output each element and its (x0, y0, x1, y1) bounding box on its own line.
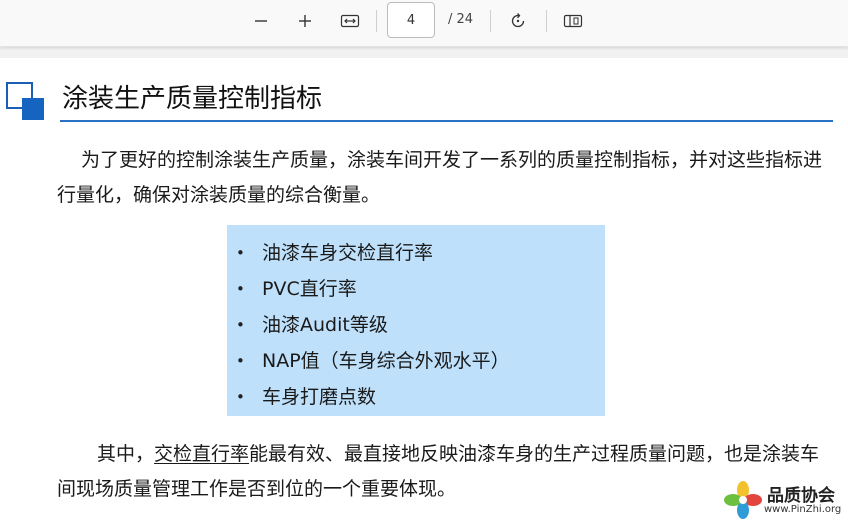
highlighted-term: 交检直行率 (154, 443, 250, 465)
fit-width-icon (340, 14, 360, 28)
page-title: 涂装生产质量控制指标 (62, 84, 323, 114)
indicator-list-box: • 油漆车身交检直行率 • PVC直行率 • 油漆Audit等级 • NAP值（车身综合… (227, 225, 605, 416)
indicator-list: • 油漆车身交检直行率 • PVC直行率 • 油漆Audit等级 • NAP值（车身综合… (227, 225, 605, 415)
watermark-logo: 品质协会 www.PinZhi.org (723, 478, 848, 521)
watermark-name: 品质协会 (767, 486, 835, 506)
summary-paragraph: 其中，交检直行率能最有效、最直接地反映油漆车身的生产过程质量问题，也是涂装车间现… (57, 437, 825, 507)
toolbar-divider (376, 10, 377, 32)
list-item: • 油漆Audit等级 (227, 307, 605, 343)
document-page: 涂装生产质量控制指标 为了更好的控制涂装生产质量，涂装车间开发了一系列的质量控制… (0, 58, 848, 521)
list-item: • NAP值（车身综合外观水平） (227, 343, 605, 379)
bullet-icon: • (236, 244, 245, 262)
bullet-icon: • (236, 316, 245, 334)
list-item-label: 油漆车身交检直行率 (262, 242, 434, 264)
watermark-url: www.PinZhi.org (764, 504, 842, 515)
toolbar-divider (546, 10, 547, 32)
page-view-icon (563, 14, 583, 28)
toolbar-divider (490, 10, 491, 32)
title-decoration-inner (22, 98, 44, 120)
intro-paragraph: 为了更好的控制涂装生产质量，涂装车间开发了一系列的质量控制指标，并对这些指标进行… (57, 149, 823, 206)
zoom-out-button[interactable] (246, 6, 276, 36)
page-view-button[interactable] (558, 6, 588, 36)
bullet-icon: • (236, 388, 245, 406)
zoom-in-button[interactable] (290, 6, 320, 36)
bullet-icon: • (236, 280, 245, 298)
list-item-label: PVC直行率 (262, 278, 357, 300)
zoom-in-icon (299, 15, 311, 27)
rotate-icon (511, 13, 525, 28)
rotate-button[interactable] (503, 6, 533, 36)
flower-logo-icon (724, 481, 762, 519)
title-underline (60, 120, 833, 122)
list-item: • 车身打磨点数 (227, 379, 605, 415)
fit-width-button[interactable] (335, 6, 365, 36)
list-item: • 油漆车身交检直行率 (227, 235, 605, 271)
pdf-toolbar: / 24 (0, 0, 848, 47)
bullet-icon: • (236, 352, 245, 370)
page-number-input[interactable] (387, 2, 435, 38)
page-total-label: / 24 (448, 12, 474, 27)
list-item-label: 车身打磨点数 (262, 386, 377, 408)
zoom-out-icon (255, 20, 267, 22)
summary-text-start: 其中， (97, 443, 155, 465)
list-item-label: NAP值（车身综合外观水平） (262, 350, 510, 372)
list-item: • PVC直行率 (227, 271, 605, 307)
list-item-label: 油漆Audit等级 (262, 314, 388, 336)
